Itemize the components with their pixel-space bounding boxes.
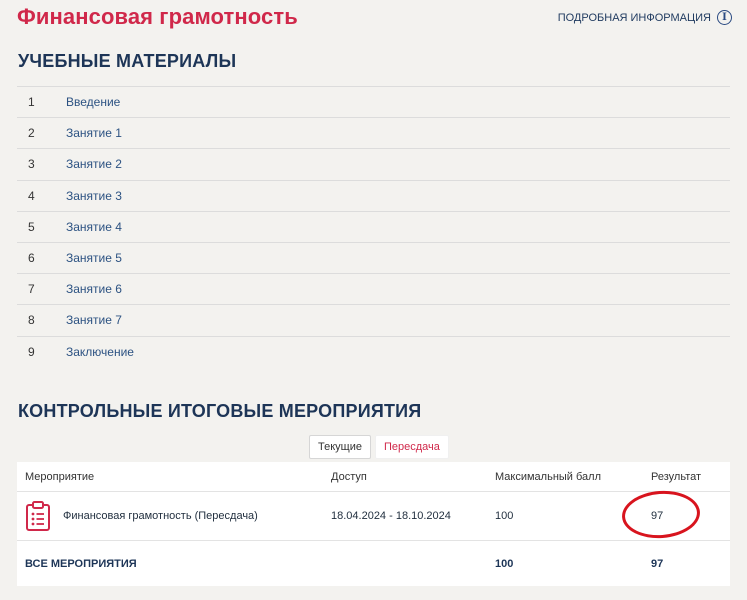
more-info-link[interactable]: ПОДРОБНАЯ ИНФОРМАЦИЯ i: [558, 10, 732, 25]
list-item: 4 Занятие 3: [17, 181, 730, 212]
list-item: 9 Заключение: [17, 337, 730, 367]
list-item: 3 Занятие 2: [17, 149, 730, 181]
list-item: 8 Занятие 7: [17, 305, 730, 337]
table-header-row: Мероприятие Доступ Максимальный балл Рез…: [17, 462, 730, 492]
column-header-access: Доступ: [331, 470, 367, 483]
event-access: 18.04.2024 - 18.10.2024: [331, 510, 451, 522]
tab-retake[interactable]: Пересдача: [374, 435, 449, 459]
list-item: 1 Введение: [17, 87, 730, 119]
lesson-link[interactable]: Занятие 6: [66, 282, 122, 296]
item-number: 6: [28, 251, 35, 266]
lesson-link[interactable]: Введение: [66, 95, 120, 109]
list-item: 7 Занятие 6: [17, 274, 730, 306]
events-table: Мероприятие Доступ Максимальный балл Рез…: [17, 462, 730, 586]
lesson-link[interactable]: Занятие 5: [66, 251, 122, 265]
item-number: 1: [28, 95, 35, 110]
column-header-event: Мероприятие: [25, 470, 95, 483]
total-result: 97: [651, 557, 664, 570]
more-info-label: ПОДРОБНАЯ ИНФОРМАЦИЯ: [557, 11, 711, 24]
lesson-link[interactable]: Занятие 3: [66, 189, 122, 203]
total-label: ВСЕ МЕРОПРИЯТИЯ: [25, 557, 137, 570]
event-result: 97: [651, 510, 664, 522]
list-item: 2 Занятие 1: [17, 118, 730, 150]
event-cell: Финансовая грамотность (Пересдача): [17, 501, 331, 531]
events-tabs: Текущие Пересдача: [309, 435, 449, 459]
table-total-row: ВСЕ МЕРОПРИЯТИЯ 100 97: [17, 541, 730, 586]
total-max-score: 100: [495, 557, 514, 570]
tab-current[interactable]: Текущие: [309, 435, 371, 459]
event-name[interactable]: Финансовая грамотность (Пересдача): [63, 510, 258, 522]
page-title: Финансовая грамотность: [17, 4, 298, 29]
info-icon[interactable]: i: [717, 10, 732, 25]
lesson-link[interactable]: Занятие 1: [66, 126, 122, 140]
lesson-link[interactable]: Занятие 4: [66, 220, 122, 234]
table-row[interactable]: Финансовая грамотность (Пересдача) 18.04…: [17, 492, 730, 541]
item-number: 7: [28, 282, 35, 297]
lesson-link[interactable]: Занятие 2: [66, 157, 122, 171]
item-number: 2: [28, 126, 35, 141]
lesson-link[interactable]: Заключение: [66, 345, 134, 359]
materials-list: 1 Введение 2 Занятие 1 3 Занятие 2 4 Занятие…: [17, 86, 730, 367]
event-max-score: 100: [495, 510, 514, 522]
clipboard-list-icon: [26, 501, 50, 531]
events-heading: КОНТРОЛЬНЫЕ ИТОГОВЫЕ МЕРОПРИЯТИЯ: [18, 401, 422, 421]
column-header-max-score: Максимальный балл: [495, 470, 601, 483]
list-item: 6 Занятие 5: [17, 243, 730, 275]
item-number: 5: [28, 219, 35, 234]
item-number: 3: [28, 157, 35, 172]
materials-heading: УЧЕБНЫЕ МАТЕРИАЛЫ: [18, 51, 237, 71]
item-number: 9: [28, 344, 35, 359]
list-item: 5 Занятие 4: [17, 212, 730, 243]
item-number: 8: [28, 313, 35, 328]
lesson-link[interactable]: Занятие 7: [66, 313, 122, 327]
column-header-result: Результат: [651, 470, 702, 483]
item-number: 4: [28, 188, 35, 203]
